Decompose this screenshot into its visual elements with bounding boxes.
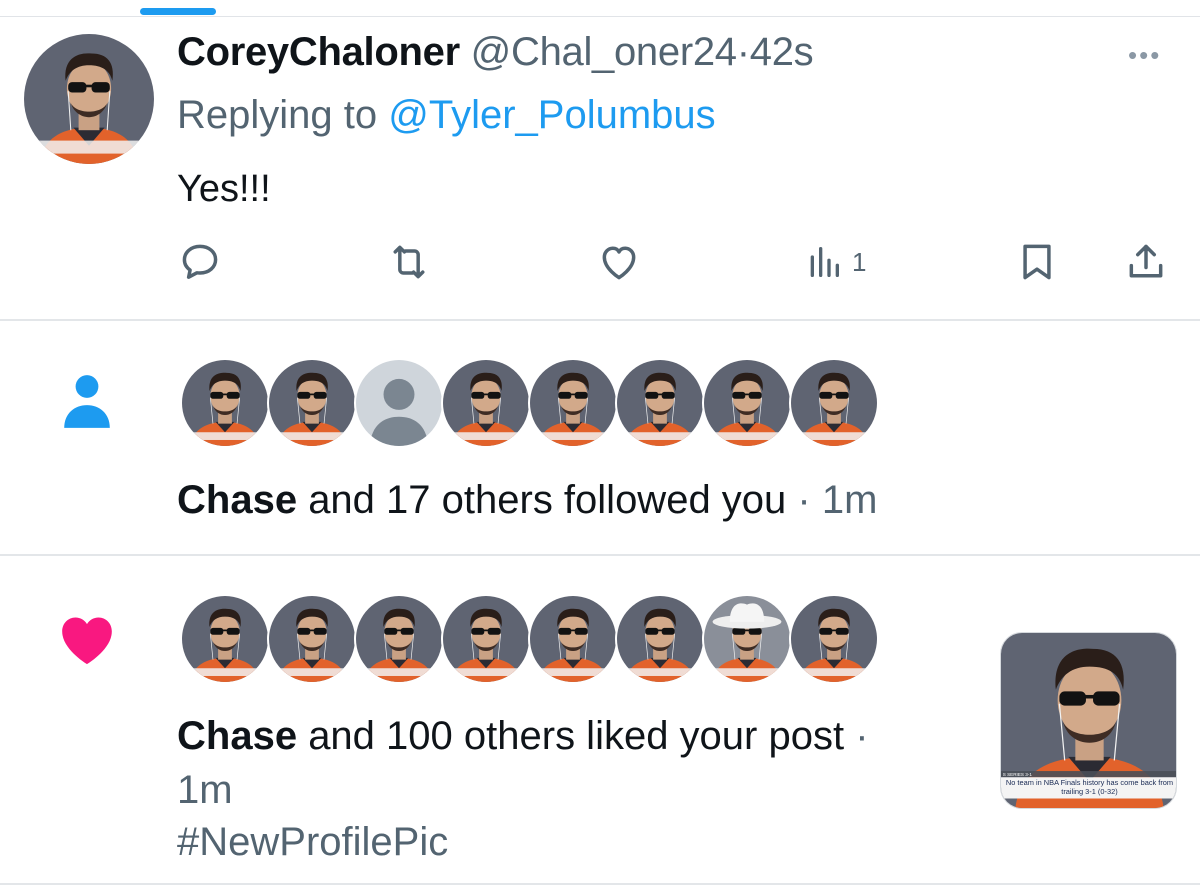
bookmark-icon (1023, 244, 1051, 280)
header-separator: · (736, 30, 750, 74)
tweet-header: CoreyChaloner @Chal_oner24·42s (177, 30, 814, 75)
follow-notification-message: and 17 others followed you (308, 478, 787, 522)
top-divider (0, 16, 1200, 17)
follower-avatar[interactable] (702, 358, 792, 448)
tweet-timestamp[interactable]: 42s (750, 30, 814, 74)
person-icon (64, 375, 110, 428)
follow-timestamp: 1m (821, 478, 878, 522)
follower-avatars (180, 358, 879, 448)
liker-avatar[interactable] (702, 594, 792, 684)
author-handle[interactable]: @Chal_oner24 (471, 30, 737, 74)
retweet-icon (393, 245, 425, 279)
liked-post-text[interactable]: #NewProfilePic (177, 820, 448, 865)
liker-avatars (180, 594, 879, 684)
tweet-author-avatar[interactable] (24, 34, 154, 164)
liker-avatar[interactable] (528, 594, 618, 684)
follower-avatar[interactable] (267, 358, 357, 448)
divider (0, 554, 1200, 556)
active-tab-indicator (140, 8, 216, 15)
bar-chart-icon (810, 247, 839, 277)
thumbnail-photo: S SERIES 3-1 No team in NBA Finals histo… (1001, 633, 1176, 808)
liker-avatar[interactable] (267, 594, 357, 684)
thumbnail-caption-main: No team in NBA Finals history has come b… (1005, 778, 1174, 796)
liker-avatar[interactable] (180, 594, 270, 684)
liker-avatar[interactable] (354, 594, 444, 684)
author-display-name[interactable]: CoreyChaloner (177, 30, 460, 74)
liked-post-thumbnail[interactable]: S SERIES 3-1 No team in NBA Finals histo… (1000, 632, 1177, 809)
follow-separator: · (797, 478, 811, 522)
liker-avatar[interactable] (615, 594, 705, 684)
replying-to-label: Replying to (177, 93, 378, 137)
divider (0, 883, 1200, 885)
replying-to-line: Replying to @Tyler_Polumbus (177, 93, 716, 138)
like-button[interactable] (596, 240, 642, 284)
thumbnail-caption-top: S SERIES 3-1 (1003, 772, 1033, 777)
like-actor-name[interactable]: Chase (177, 714, 297, 758)
follow-actor-name[interactable]: Chase (177, 478, 297, 522)
follower-avatar[interactable] (354, 358, 444, 448)
follower-avatar[interactable] (615, 358, 705, 448)
share-button[interactable] (1124, 240, 1168, 284)
like-notification-message: and 100 others liked your post (308, 714, 845, 758)
tweet-text: Yes!!! (177, 168, 271, 210)
liker-avatar[interactable] (441, 594, 531, 684)
heart-outline-icon (602, 246, 636, 280)
follower-avatar[interactable] (528, 358, 618, 448)
like-separator: · (855, 714, 869, 758)
bookmark-button[interactable] (1015, 240, 1059, 284)
follower-avatar[interactable] (789, 358, 879, 448)
follow-notification-text[interactable]: Chase and 17 others followed you · 1m (177, 478, 877, 523)
retweet-button[interactable] (386, 240, 432, 284)
avatar-photo (24, 34, 154, 164)
follower-avatar[interactable] (180, 358, 270, 448)
views-count: 1 (852, 246, 867, 277)
share-upload-icon (1129, 244, 1163, 278)
more-options-icon[interactable]: ••• (1128, 40, 1161, 71)
divider (0, 319, 1200, 321)
replying-to-mention[interactable]: @Tyler_Polumbus (388, 93, 715, 137)
liker-avatar[interactable] (789, 594, 879, 684)
heart-filled-icon (62, 617, 112, 665)
follower-avatar[interactable] (441, 358, 531, 448)
like-notification-text[interactable]: Chase and 100 others liked your post · (177, 714, 869, 759)
comment-bubble-icon (182, 244, 218, 279)
reply-button[interactable] (178, 240, 222, 284)
like-timestamp: 1m (177, 768, 233, 812)
views-button[interactable]: 1 (804, 240, 866, 284)
